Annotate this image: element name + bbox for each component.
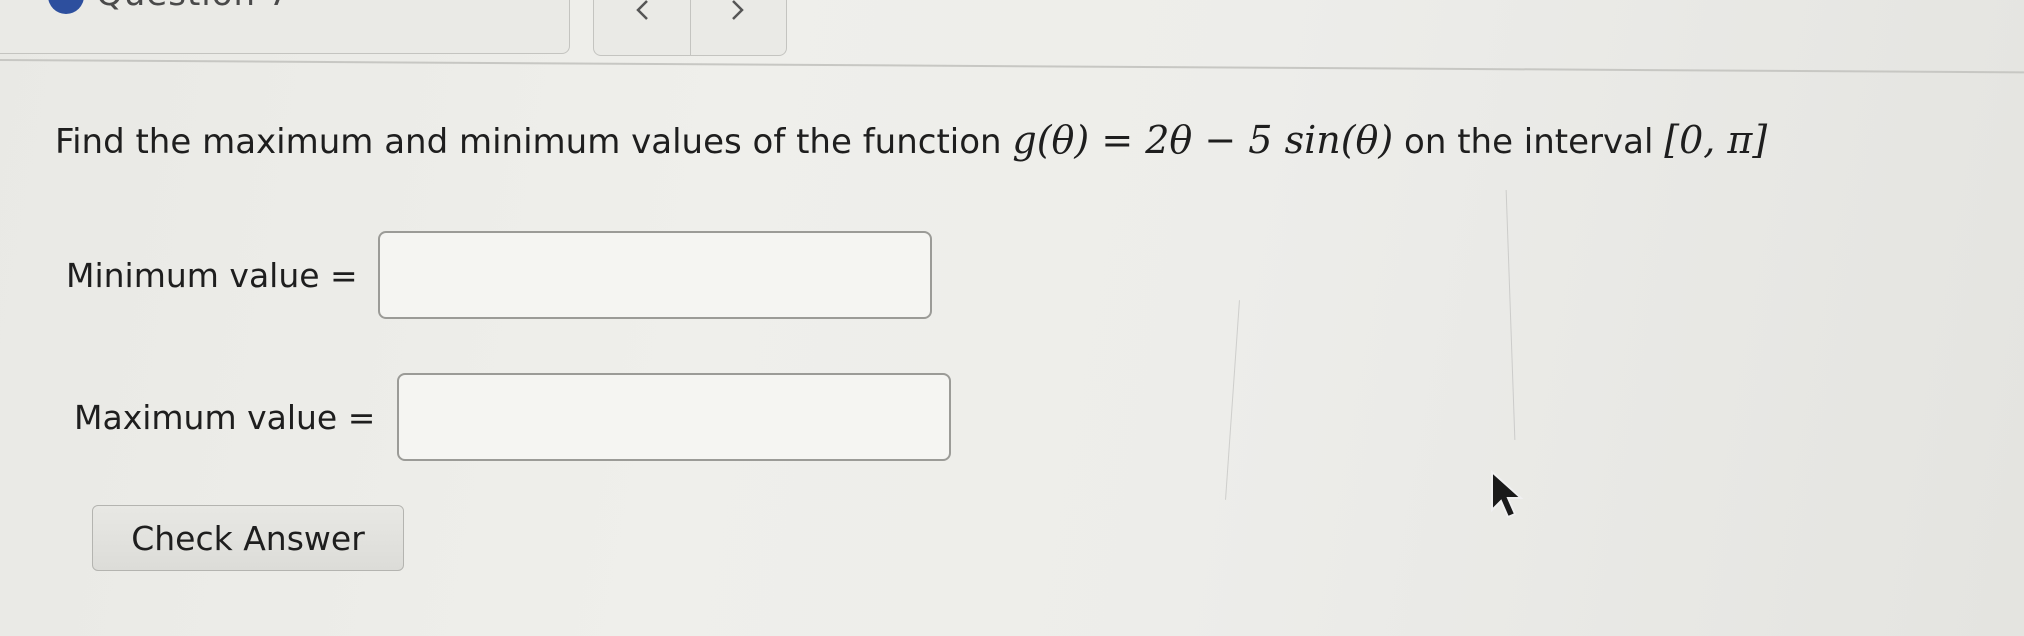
- screen-smudge: [1225, 300, 1240, 500]
- question-nav-group: [593, 0, 787, 56]
- mouse-pointer-icon: [1491, 470, 1524, 519]
- maximum-value-input[interactable]: [397, 373, 952, 461]
- top-navigation: Question 7: [0, 0, 2024, 70]
- check-answer-button[interactable]: Check Answer: [92, 505, 404, 571]
- maximum-answer-row: Maximum value =: [74, 373, 952, 461]
- function-expression: g(θ) = 2θ − 5 sin(θ): [1012, 118, 1394, 162]
- interval-expression: [0, π]: [1664, 118, 1768, 162]
- minimum-answer-row: Minimum value =: [66, 231, 932, 319]
- question-text-prefix: Find the maximum and minimum values of t…: [55, 122, 1013, 162]
- previous-question-button[interactable]: [594, 0, 690, 55]
- screen-smudge: [1505, 190, 1516, 440]
- maximum-value-label: Maximum value =: [74, 397, 376, 437]
- next-question-button[interactable]: [689, 0, 787, 55]
- question-prompt: Find the maximum and minimum values of t…: [55, 118, 1767, 162]
- question-number-label: Question 7: [96, 0, 291, 14]
- question-text-middle: on the interval: [1393, 122, 1665, 162]
- chevron-right-icon: [732, 0, 745, 20]
- chevron-left-icon: [635, 0, 648, 20]
- minimum-value-input[interactable]: [377, 231, 932, 319]
- minimum-value-label: Minimum value =: [66, 255, 358, 295]
